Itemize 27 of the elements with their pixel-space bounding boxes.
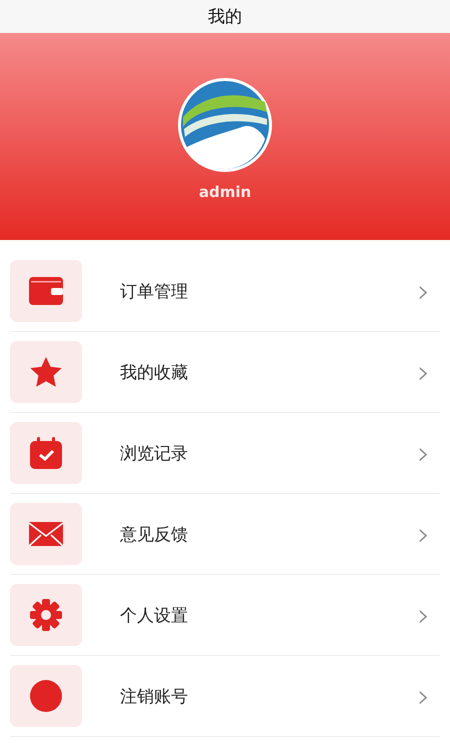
- menu-label: 意见反馈: [120, 524, 189, 546]
- chevron-icon: ›: [417, 518, 430, 550]
- menu-item[interactable]: 个人设置 ›: [10, 575, 440, 656]
- chevron-icon: ›: [417, 437, 430, 469]
- chevron-icon: ›: [417, 275, 430, 307]
- menu-label: 个人设置: [120, 604, 189, 626]
- star-icon: [30, 357, 62, 387]
- username: admin: [198, 183, 252, 201]
- menu-label: 订单管理: [120, 280, 189, 302]
- gear-icon: [30, 599, 62, 631]
- menu-item[interactable]: 浏览记录 ›: [10, 413, 440, 494]
- chevron-icon: ›: [417, 680, 430, 712]
- chevron-icon: ›: [417, 599, 430, 631]
- menu-label: 浏览记录: [120, 442, 189, 464]
- menu-item[interactable]: 意见反馈 ›: [10, 494, 440, 575]
- menu-item[interactable]: 注销账号 ›: [10, 656, 440, 737]
- mail-icon: [29, 522, 63, 546]
- chevron-icon: ›: [417, 356, 430, 388]
- wallet-icon: [29, 277, 63, 305]
- menu-label: 注销账号: [120, 686, 189, 708]
- menu-label: 我的收藏: [120, 362, 189, 384]
- avatar-logo-icon: [177, 77, 273, 173]
- page-title: 我的: [208, 6, 242, 28]
- calendar-icon: [30, 437, 62, 469]
- menu-item[interactable]: 订单管理 ›: [10, 251, 440, 332]
- circle-icon: [30, 680, 62, 712]
- menu-item[interactable]: 我的收藏 ›: [10, 332, 440, 413]
